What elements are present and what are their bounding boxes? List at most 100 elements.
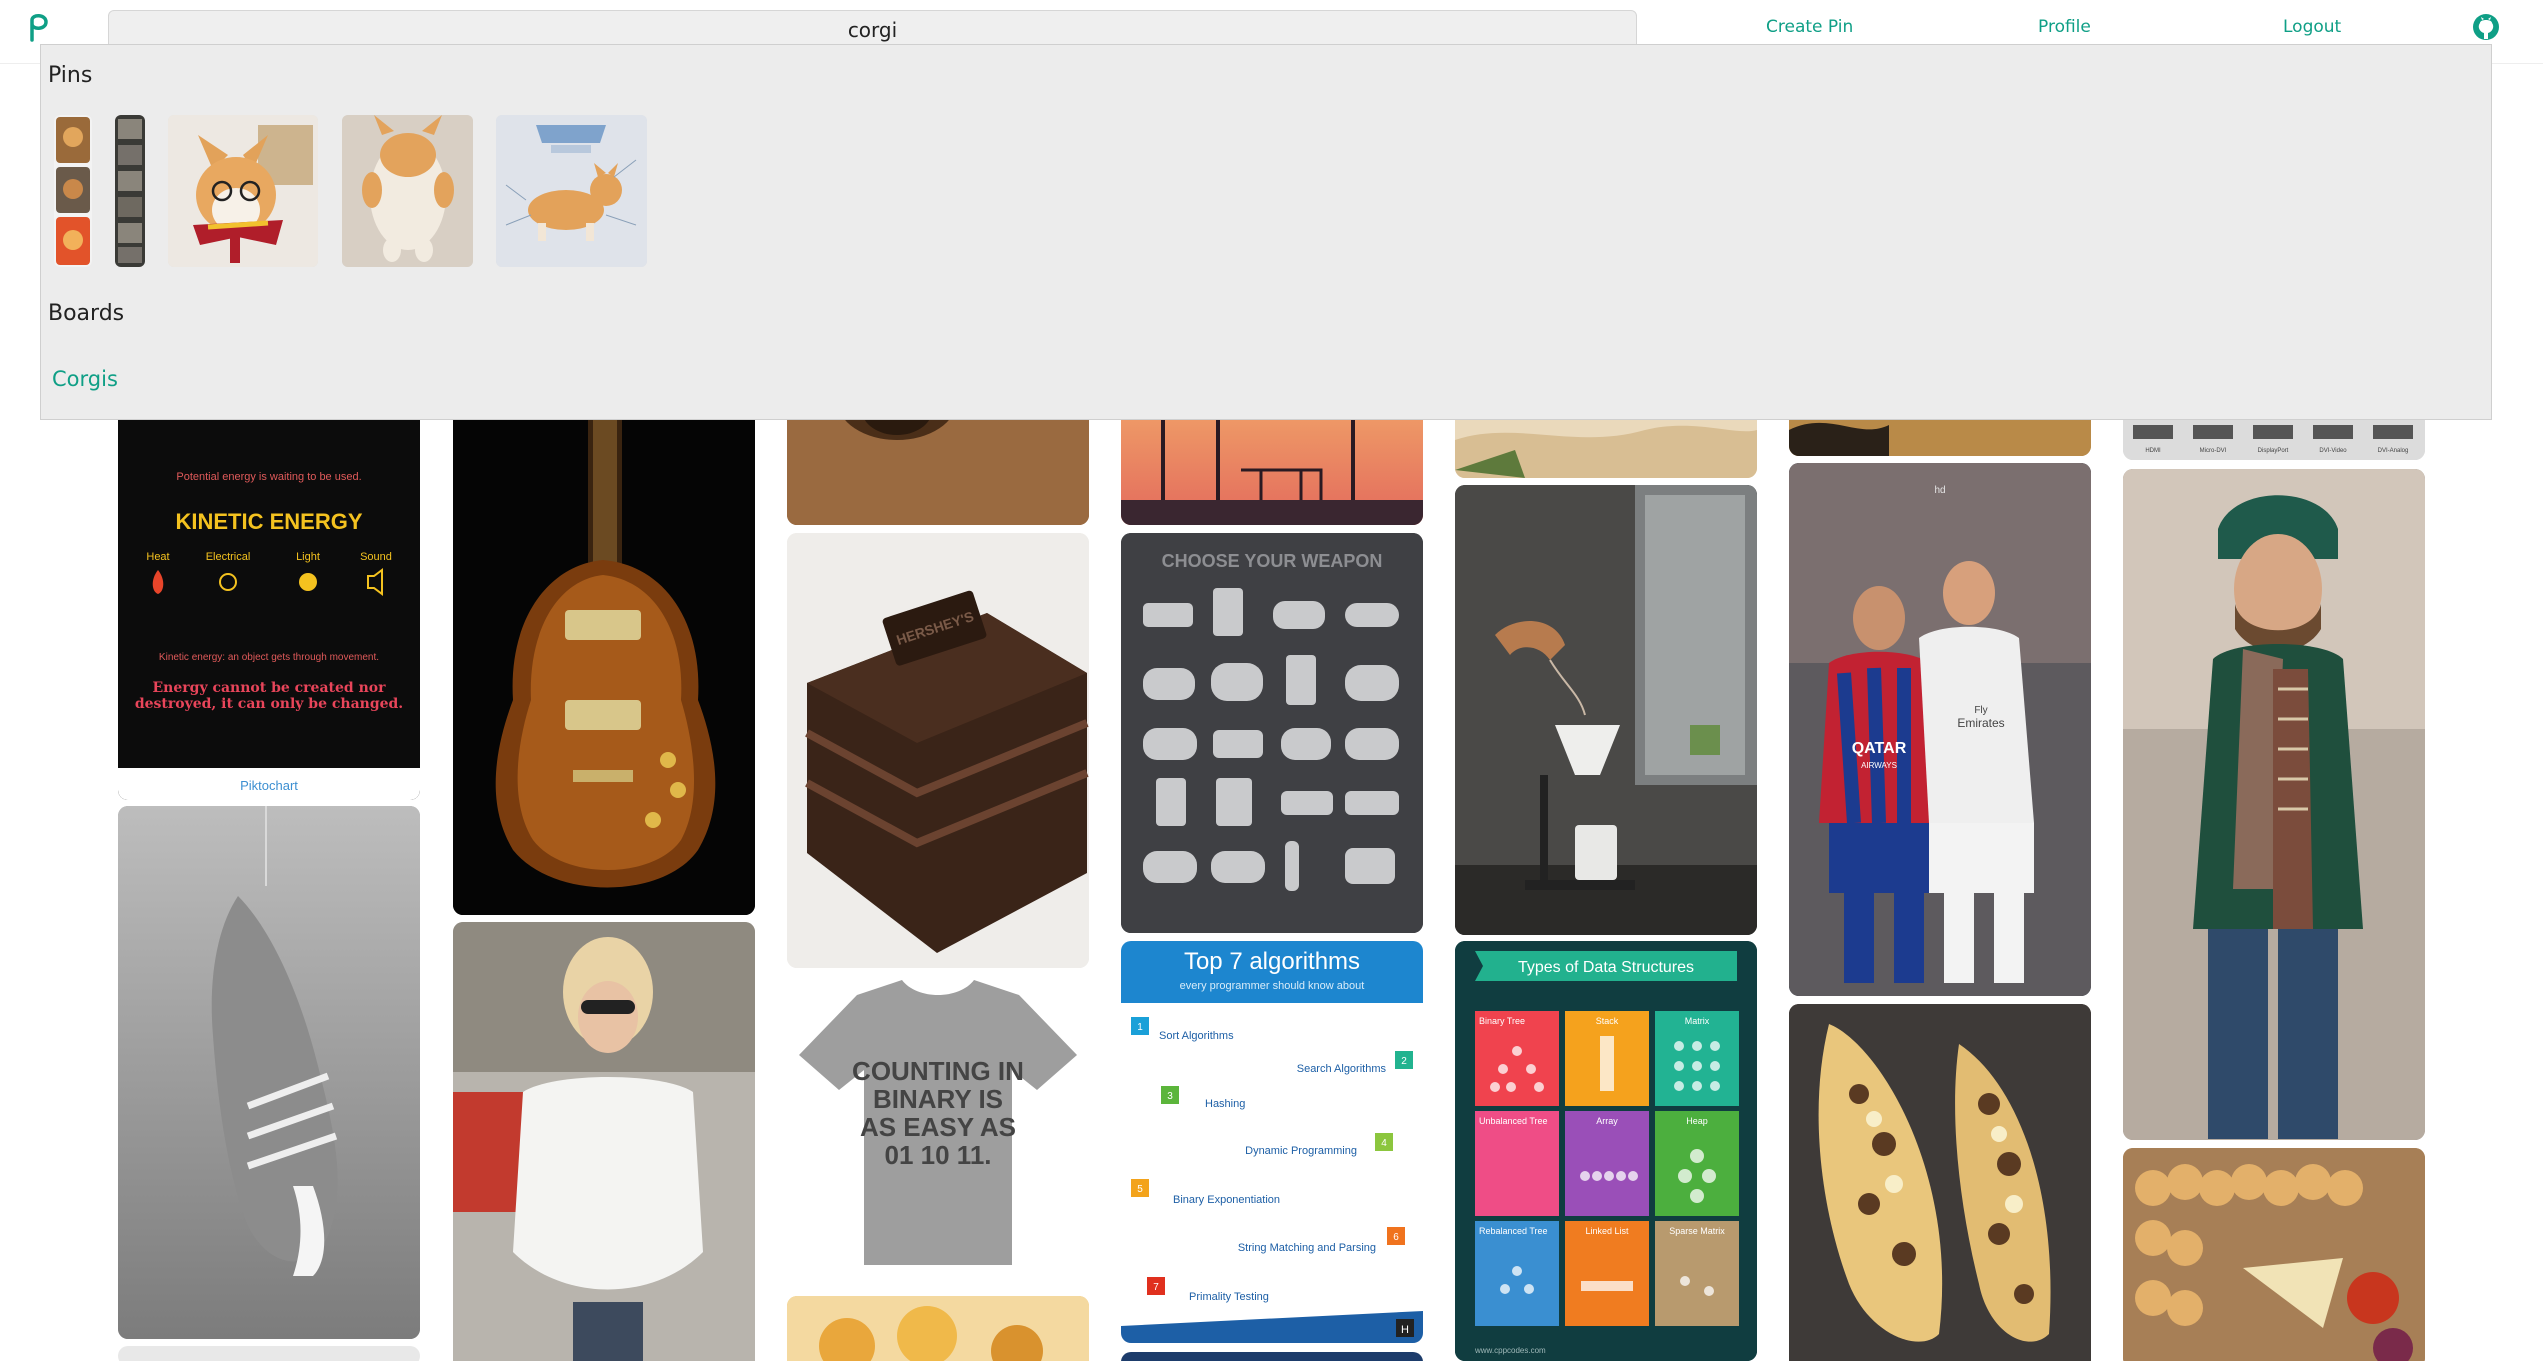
- tshirt-line-1: COUNTING IN: [852, 1056, 1024, 1086]
- p-logo-icon[interactable]: [26, 12, 50, 42]
- pin-pour-over-coffee[interactable]: [1455, 485, 1757, 935]
- github-icon[interactable]: [2471, 12, 2501, 42]
- pin-top-7-algorithms[interactable]: Top 7 algorithms every programmer should…: [1121, 941, 1423, 1343]
- controllers-poster: CHOOSE YOUR WEAPON: [1121, 533, 1423, 933]
- tshirt-photo: COUNTING IN BINARY IS AS EASY AS 01 10 1…: [787, 975, 1089, 1280]
- algorithms-infographic: Top 7 algorithms every programmer should…: [1121, 941, 1423, 1343]
- pin-choose-weapon[interactable]: CHOOSE YOUR WEAPON: [1121, 533, 1423, 933]
- board-link-corgis[interactable]: Corgis: [52, 367, 118, 391]
- sponsor-fly: Fly: [1974, 705, 1987, 716]
- port-dvi-video: DVI-Video: [2319, 448, 2347, 454]
- physics-motion: Kinetic energy: an object gets through m…: [159, 652, 379, 663]
- corgi-anatomy-thumbnail: [496, 115, 647, 267]
- sun-icon: [299, 573, 317, 591]
- ds-cell-stack: Stack: [1596, 1016, 1619, 1026]
- algo-number-6: 6: [1393, 1232, 1399, 1243]
- food-photo: [787, 1296, 1089, 1361]
- sponsor-emirates: Emirates: [1957, 716, 2004, 730]
- piktochart-credit: Piktochart: [240, 778, 298, 793]
- algo-number-1: 1: [1137, 1022, 1143, 1033]
- search-results-dropdown: Pins Boards Corgis: [40, 44, 2492, 420]
- physics-label-sound: Sound: [360, 551, 392, 563]
- football-watermark: hd: [1934, 485, 1945, 496]
- corgi-glasses-thumbnail: [168, 115, 318, 267]
- pin-cheese-board[interactable]: [2123, 1148, 2425, 1361]
- algo-item-4: Dynamic Programming: [1245, 1145, 1357, 1157]
- sneaker-photo: [118, 806, 420, 1339]
- pin-football-players[interactable]: QATAR AIRWAYS Fly Emirates hd: [1789, 463, 2091, 996]
- profile-link[interactable]: Profile: [2038, 17, 2091, 37]
- pin-partial-bottom[interactable]: [118, 1346, 420, 1361]
- ds-title: Types of Data Structures: [1518, 959, 1694, 976]
- corgi-strip-thumbnail: [115, 115, 145, 267]
- result-pin-collage-1[interactable]: [54, 115, 92, 267]
- corgi-collage-thumbnail: [54, 115, 92, 267]
- pin-guitar[interactable]: [453, 380, 755, 915]
- ds-cell-sparse-matrix: Sparse Matrix: [1669, 1226, 1725, 1236]
- physics-title: KINETIC ENERGY: [175, 509, 362, 534]
- algo-item-2: Search Algorithms: [1297, 1063, 1387, 1075]
- tshirt-line-3: AS EASY AS: [860, 1112, 1016, 1142]
- port-dvi-analog: DVI-Analog: [2378, 448, 2409, 454]
- app-root: Potential energy is waiting to be used. …: [0, 0, 2543, 1361]
- football-photo: QATAR AIRWAYS Fly Emirates hd: [1789, 463, 2091, 996]
- tshirt-line-4: 01 10 11.: [885, 1140, 992, 1170]
- pin-flatbread[interactable]: [1789, 1004, 2091, 1361]
- physics-label-electrical: Electrical: [206, 551, 251, 563]
- algo-item-1: Sort Algorithms: [1159, 1030, 1234, 1042]
- port-hdmi: HDMI: [2145, 448, 2161, 454]
- pin-menswear[interactable]: [2123, 469, 2425, 1140]
- data-structures-infographic: Types of Data Structures Binary Tree Sta…: [1455, 941, 1757, 1361]
- algorithms-badge: H: [1401, 1324, 1409, 1336]
- pin-chocolate-cake[interactable]: HERSHEY'S: [787, 533, 1089, 968]
- pin-sneaker[interactable]: [118, 806, 420, 1339]
- ds-cell-array: Array: [1596, 1116, 1618, 1126]
- logout-link[interactable]: Logout: [2283, 17, 2341, 37]
- ds-cell-matrix: Matrix: [1685, 1016, 1710, 1026]
- kinetic-energy-infographic: Potential energy is waiting to be used. …: [118, 380, 420, 800]
- weapon-title: CHOOSE YOUR WEAPON: [1162, 551, 1383, 571]
- result-pin-corgi-glasses[interactable]: [168, 115, 318, 267]
- pin-kinetic-energy[interactable]: Potential energy is waiting to be used. …: [118, 380, 420, 800]
- cheese-board-photo: [2123, 1148, 2425, 1361]
- algo-item-3: Hashing: [1205, 1098, 1245, 1110]
- sponsor-qatar: QATAR: [1852, 740, 1907, 757]
- algo-number-3: 3: [1167, 1091, 1173, 1102]
- tshirt-line-2: BINARY IS: [873, 1084, 1003, 1114]
- algo-number-7: 7: [1153, 1282, 1159, 1293]
- pin-data-structures[interactable]: Types of Data Structures Binary Tree Sta…: [1455, 941, 1757, 1361]
- ds-cell-linked-list: Linked List: [1585, 1226, 1629, 1236]
- algo-item-5: Binary Exponentiation: [1173, 1194, 1280, 1206]
- physics-law: Energy cannot be created nor destroyed, …: [134, 680, 404, 712]
- algorithms-title: Top 7 algorithms: [1184, 948, 1360, 975]
- pin-food-bottom[interactable]: [787, 1296, 1089, 1361]
- ds-cell-unbalanced-tree: Unbalanced Tree: [1479, 1116, 1548, 1126]
- physics-label-light: Light: [296, 551, 320, 563]
- cake-photo: HERSHEY'S: [787, 533, 1089, 968]
- ds-cell-heap: Heap: [1686, 1116, 1708, 1126]
- ds-cell-binary-tree: Binary Tree: [1479, 1016, 1525, 1026]
- result-pin-collage-2[interactable]: [115, 115, 145, 267]
- ds-cell-rebalanced-tree: Rebalanced Tree: [1479, 1226, 1548, 1236]
- algo-item-6: String Matching and Parsing: [1238, 1242, 1376, 1254]
- guitar-photo: [453, 380, 755, 915]
- coffee-photo: [1455, 485, 1757, 935]
- pins-section-title: Pins: [48, 63, 93, 88]
- algo-number-5: 5: [1137, 1184, 1143, 1195]
- pin-fashion-woman[interactable]: [453, 922, 755, 1361]
- physics-line-top: Potential energy is waiting to be used.: [176, 471, 361, 483]
- boards-section-title: Boards: [48, 301, 125, 326]
- menswear-photo: [2123, 469, 2425, 1140]
- result-pin-corgi-belly[interactable]: [342, 115, 473, 267]
- sponsor-qatar-airways: AIRWAYS: [1861, 761, 1897, 770]
- algo-number-4: 4: [1381, 1138, 1387, 1149]
- algo-item-7: Primality Testing: [1189, 1291, 1269, 1303]
- port-displayport: DisplayPort: [2258, 448, 2289, 454]
- fashion-photo: [453, 922, 755, 1361]
- pin-partial-blue[interactable]: [1121, 1352, 1423, 1361]
- result-pin-corgi-anatomy[interactable]: [496, 115, 647, 267]
- create-pin-link[interactable]: Create Pin: [1766, 17, 1853, 37]
- corgi-belly-thumbnail: [342, 115, 473, 267]
- pin-binary-tshirt[interactable]: COUNTING IN BINARY IS AS EASY AS 01 10 1…: [787, 975, 1089, 1280]
- algorithms-subtitle: every programmer should know about: [1180, 980, 1365, 992]
